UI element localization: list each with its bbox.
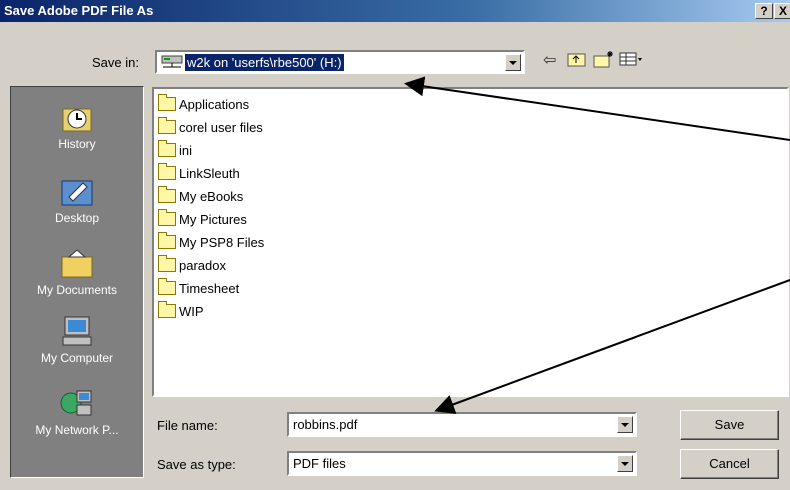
place-label: History	[58, 137, 96, 151]
folder-label: LinkSleuth	[179, 166, 240, 181]
folder-icon	[158, 232, 176, 249]
folder-item[interactable]: My Pictures	[158, 209, 247, 230]
folder-item[interactable]: paradox	[158, 255, 226, 276]
folder-item[interactable]: Applications	[158, 94, 250, 115]
folder-item[interactable]: My eBooks	[158, 186, 244, 207]
history-icon	[59, 101, 95, 133]
place-history[interactable]: History	[11, 101, 143, 151]
save-as-type-dropdown-arrow[interactable]	[617, 455, 633, 472]
folder-icon	[158, 94, 176, 111]
places-bar: History Desktop My Documents My Computer…	[10, 86, 144, 478]
title-bar[interactable]: Save Adobe PDF File As ? X	[0, 0, 790, 22]
save-in-value: w2k on 'userfs\rbe500' (H:)	[185, 54, 344, 71]
place-label: Desktop	[54, 211, 100, 225]
folder-icon	[158, 186, 176, 203]
place-label: My Documents	[36, 283, 118, 297]
place-label: My Computer	[40, 351, 114, 365]
my-documents-icon	[59, 247, 95, 279]
folder-item[interactable]: LinkSleuth	[158, 163, 240, 184]
file-name-dropdown-arrow[interactable]	[617, 416, 633, 433]
place-my-computer[interactable]: My Computer	[11, 315, 143, 365]
folder-icon	[158, 209, 176, 226]
window-title: Save Adobe PDF File As	[4, 3, 154, 18]
folder-label: My eBooks	[179, 189, 244, 204]
save-as-type-value: PDF files	[293, 456, 346, 471]
close-button[interactable]: X	[774, 3, 790, 19]
my-network-places-icon	[59, 387, 95, 419]
folder-item[interactable]: corel user files	[158, 117, 263, 138]
file-name-value: robbins.pdf	[293, 417, 358, 432]
place-my-documents[interactable]: My Documents	[11, 247, 143, 297]
folder-icon	[158, 278, 176, 295]
folder-icon	[158, 140, 176, 157]
folder-item[interactable]: Timesheet	[158, 278, 240, 299]
folder-label: Applications	[179, 97, 250, 112]
new-folder-icon[interactable]	[593, 50, 615, 70]
save-in-dropdown-arrow[interactable]	[505, 54, 521, 71]
file-name-combo[interactable]: robbins.pdf	[287, 412, 637, 437]
place-desktop[interactable]: Desktop	[11, 175, 143, 225]
folder-item[interactable]: My PSP8 Files	[158, 232, 265, 253]
save-in-label: Save in:	[92, 55, 139, 70]
save-in-combo[interactable]: w2k on 'userfs\rbe500' (H:)	[155, 50, 525, 74]
folder-icon	[158, 301, 176, 318]
my-computer-icon	[59, 315, 95, 347]
folder-label: My PSP8 Files	[179, 235, 265, 250]
file-name-label: File name:	[157, 418, 218, 433]
folder-label: My Pictures	[179, 212, 247, 227]
folder-label: corel user files	[179, 120, 263, 135]
up-folder-icon[interactable]	[567, 50, 587, 70]
place-my-network[interactable]: My Network P...	[11, 387, 143, 437]
save-dialog: Save Adobe PDF File As ? X Save in: w2k …	[0, 0, 790, 490]
save-button[interactable]: Save	[680, 410, 779, 440]
file-list[interactable]: Applications corel user files ini LinkSl…	[152, 87, 789, 397]
folder-item[interactable]: ini	[158, 140, 193, 161]
save-as-type-combo[interactable]: PDF files	[287, 451, 637, 476]
back-arrow-icon[interactable]: ⇦	[543, 50, 556, 70]
views-menu-icon[interactable]	[619, 50, 645, 70]
folder-label: Timesheet	[179, 281, 240, 296]
help-button[interactable]: ?	[755, 3, 773, 19]
network-drive-icon	[161, 55, 183, 69]
desktop-icon	[59, 175, 95, 207]
folder-label: ini	[179, 143, 193, 158]
folder-item[interactable]: WIP	[158, 301, 204, 322]
folder-label: paradox	[179, 258, 226, 273]
folder-icon	[158, 117, 176, 134]
place-label: My Network P...	[35, 423, 119, 437]
cancel-button[interactable]: Cancel	[680, 449, 779, 479]
folder-icon	[158, 163, 176, 180]
folder-label: WIP	[179, 304, 204, 319]
save-as-type-label: Save as type:	[157, 457, 236, 472]
folder-icon	[158, 255, 176, 272]
